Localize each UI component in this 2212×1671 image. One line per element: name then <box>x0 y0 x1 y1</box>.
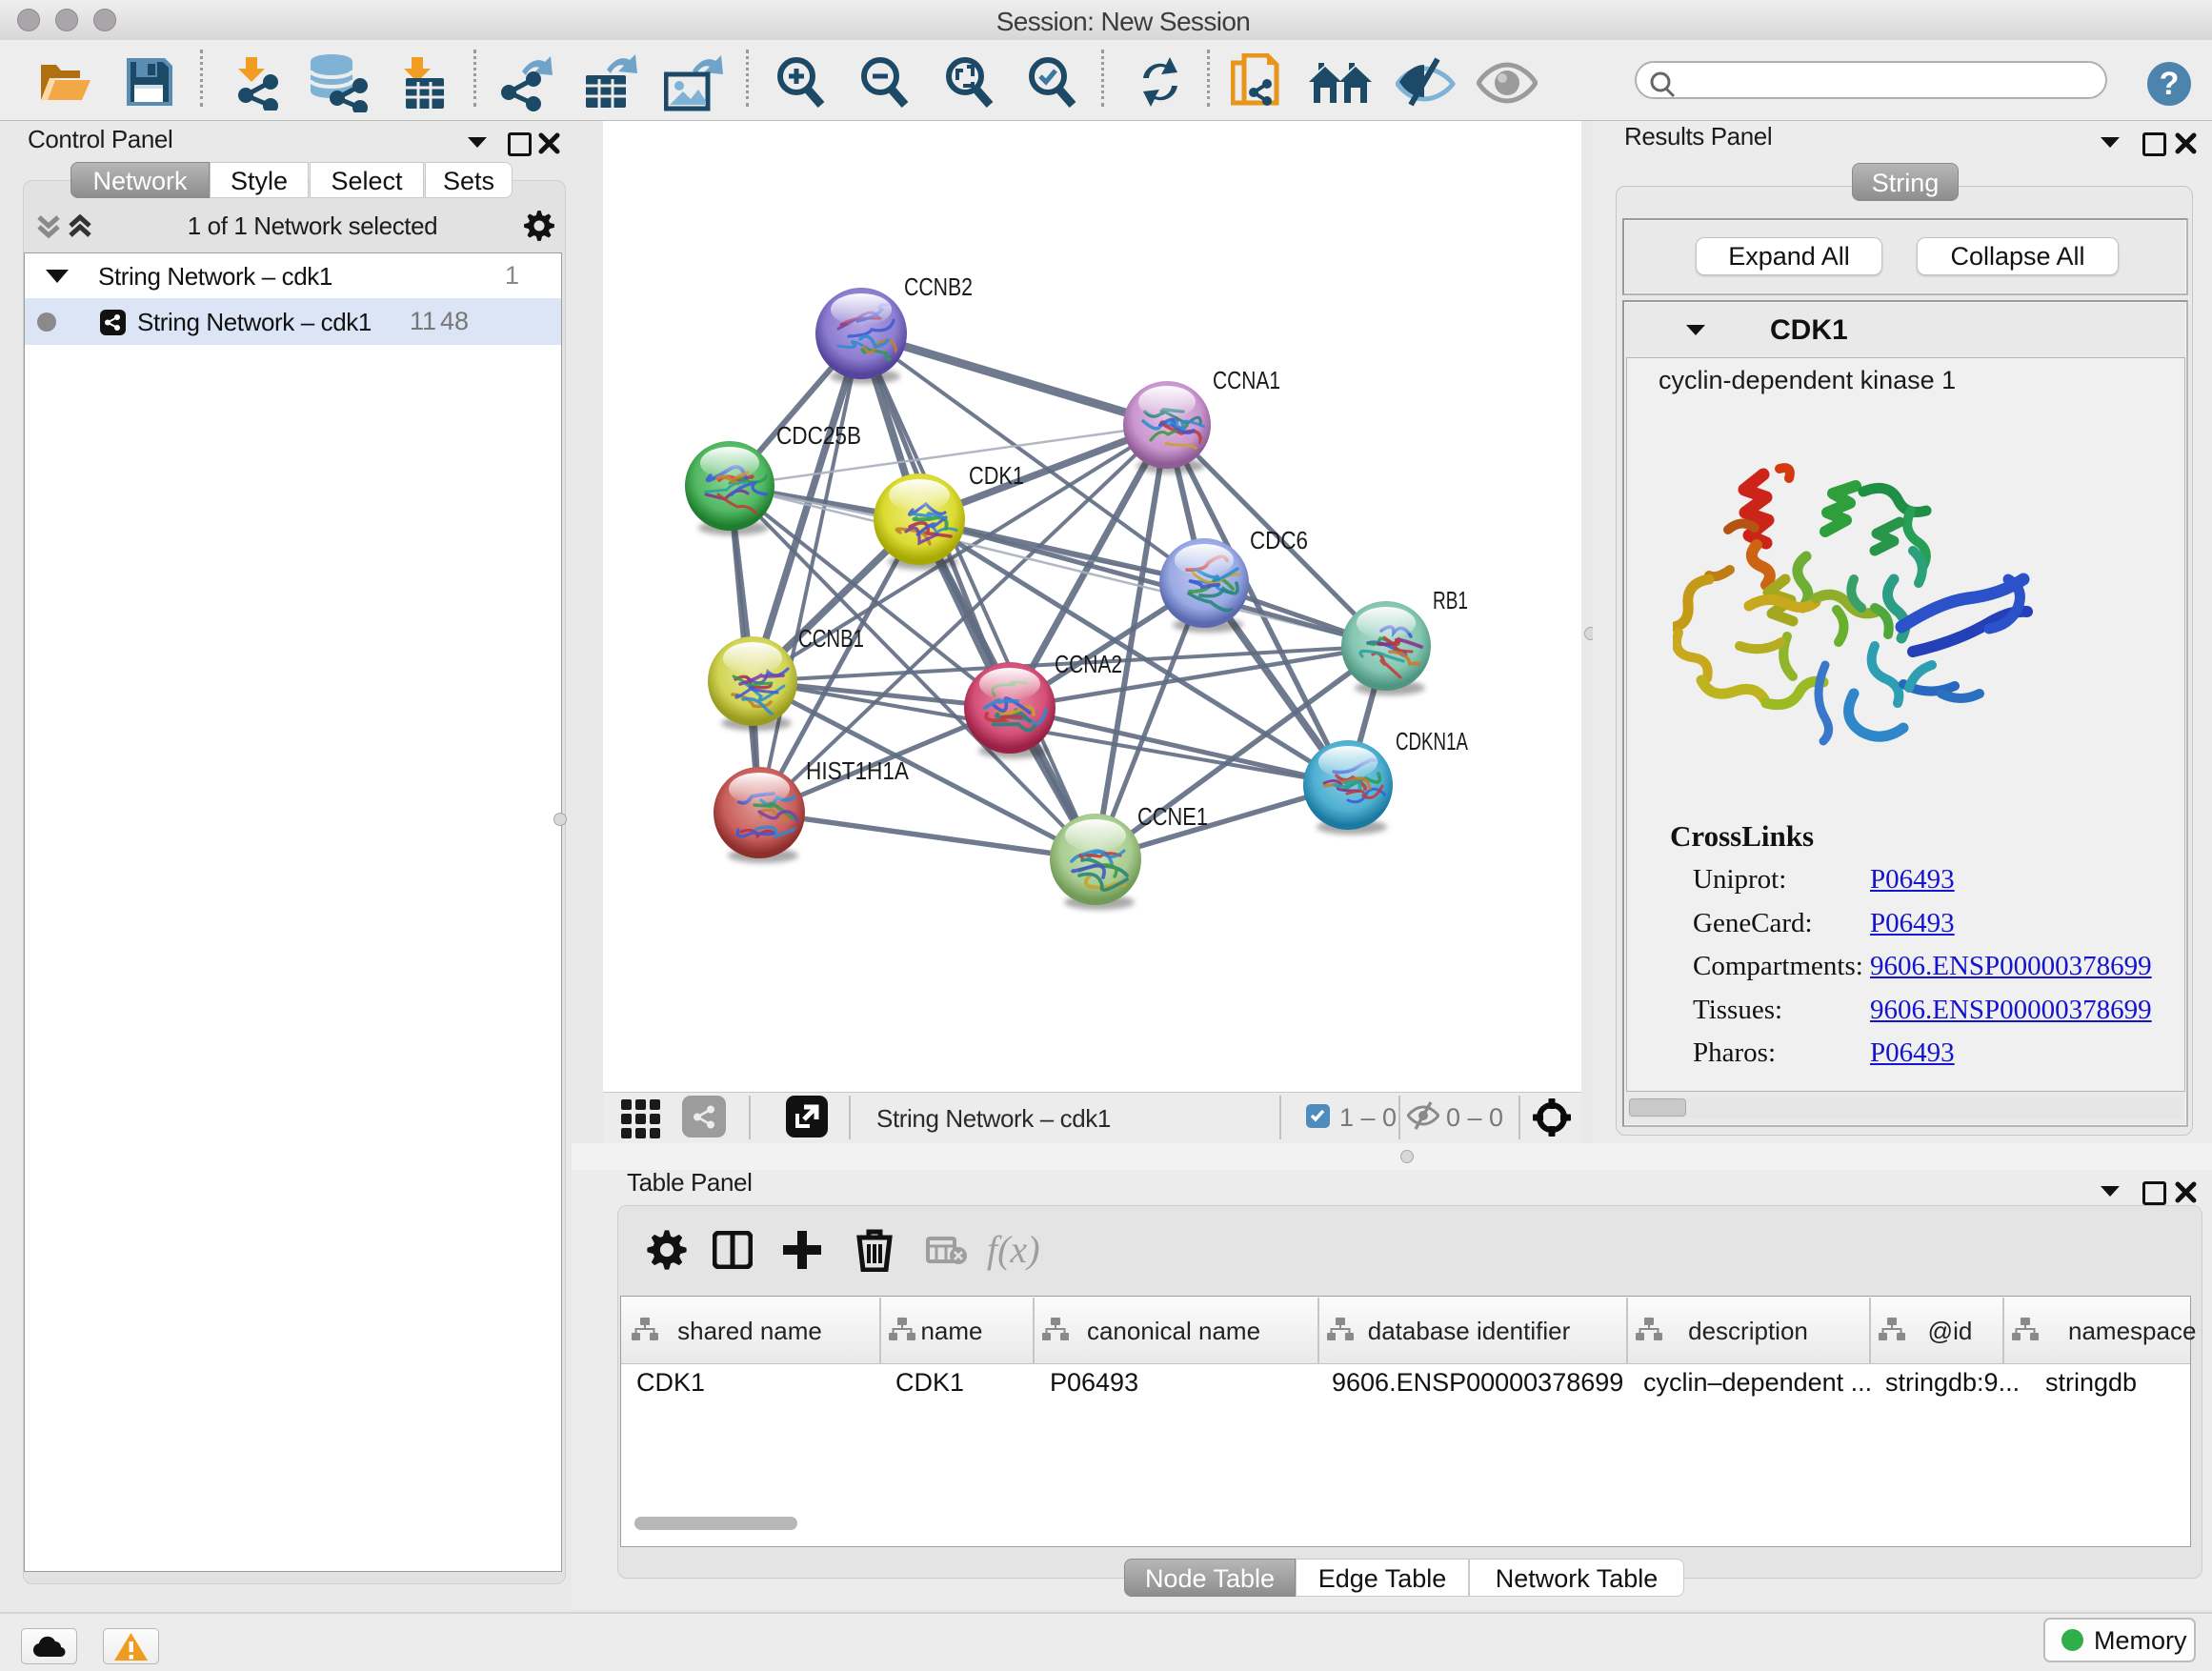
svg-text:CCNB2: CCNB2 <box>904 272 973 301</box>
svg-text:HIST1H1A: HIST1H1A <box>806 756 910 785</box>
svg-text:CDK1: CDK1 <box>969 461 1024 490</box>
svg-text:CCNA2: CCNA2 <box>1055 650 1122 678</box>
svg-text:CCNB1: CCNB1 <box>798 624 864 653</box>
svg-text:CDC25B: CDC25B <box>776 421 861 450</box>
svg-text:RB1: RB1 <box>1433 586 1468 614</box>
svg-text:CDC6: CDC6 <box>1250 526 1308 554</box>
svg-text:CCNE1: CCNE1 <box>1137 802 1208 831</box>
svg-text:CCNA1: CCNA1 <box>1213 366 1280 394</box>
svg-text:CDKN1A: CDKN1A <box>1396 727 1468 755</box>
